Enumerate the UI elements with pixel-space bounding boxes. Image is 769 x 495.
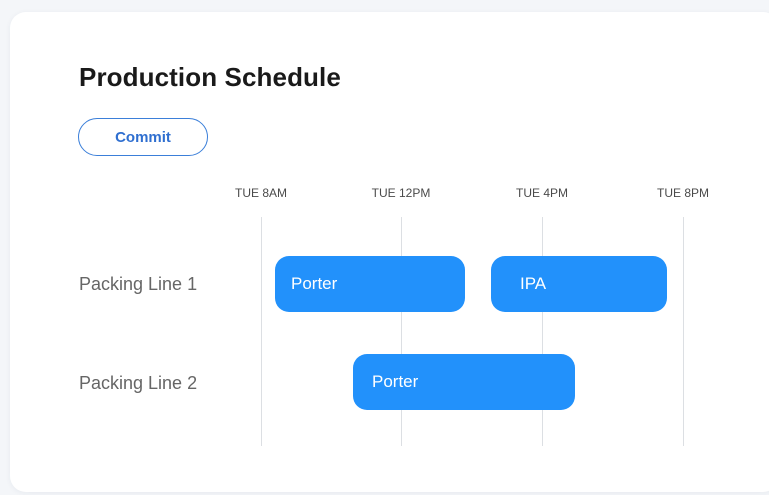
time-label-tue-12pm: TUE 12PM bbox=[371, 186, 431, 200]
job-block-porter-line-2[interactable]: Porter bbox=[353, 354, 575, 410]
page-title: Production Schedule bbox=[79, 62, 341, 92]
grid-line bbox=[683, 217, 684, 446]
row-label-packing-line-2: Packing Line 2 bbox=[79, 373, 198, 393]
job-block-porter-line-1[interactable]: Porter bbox=[275, 256, 465, 312]
job-label: Porter bbox=[291, 274, 338, 293]
commit-button[interactable]: Commit bbox=[78, 118, 208, 156]
time-label-tue-8am: TUE 8AM bbox=[234, 186, 288, 200]
time-label-tue-8pm: TUE 8PM bbox=[656, 186, 710, 200]
job-label: IPA bbox=[520, 274, 547, 293]
grid-line bbox=[261, 217, 262, 446]
row-label-packing-line-1: Packing Line 1 bbox=[79, 274, 198, 294]
time-label-tue-4pm: TUE 4PM bbox=[515, 186, 569, 200]
job-label: Porter bbox=[372, 372, 419, 391]
grid-line bbox=[401, 217, 402, 446]
job-block-ipa-line-1[interactable]: IPA bbox=[491, 256, 667, 312]
grid-line bbox=[542, 217, 543, 446]
